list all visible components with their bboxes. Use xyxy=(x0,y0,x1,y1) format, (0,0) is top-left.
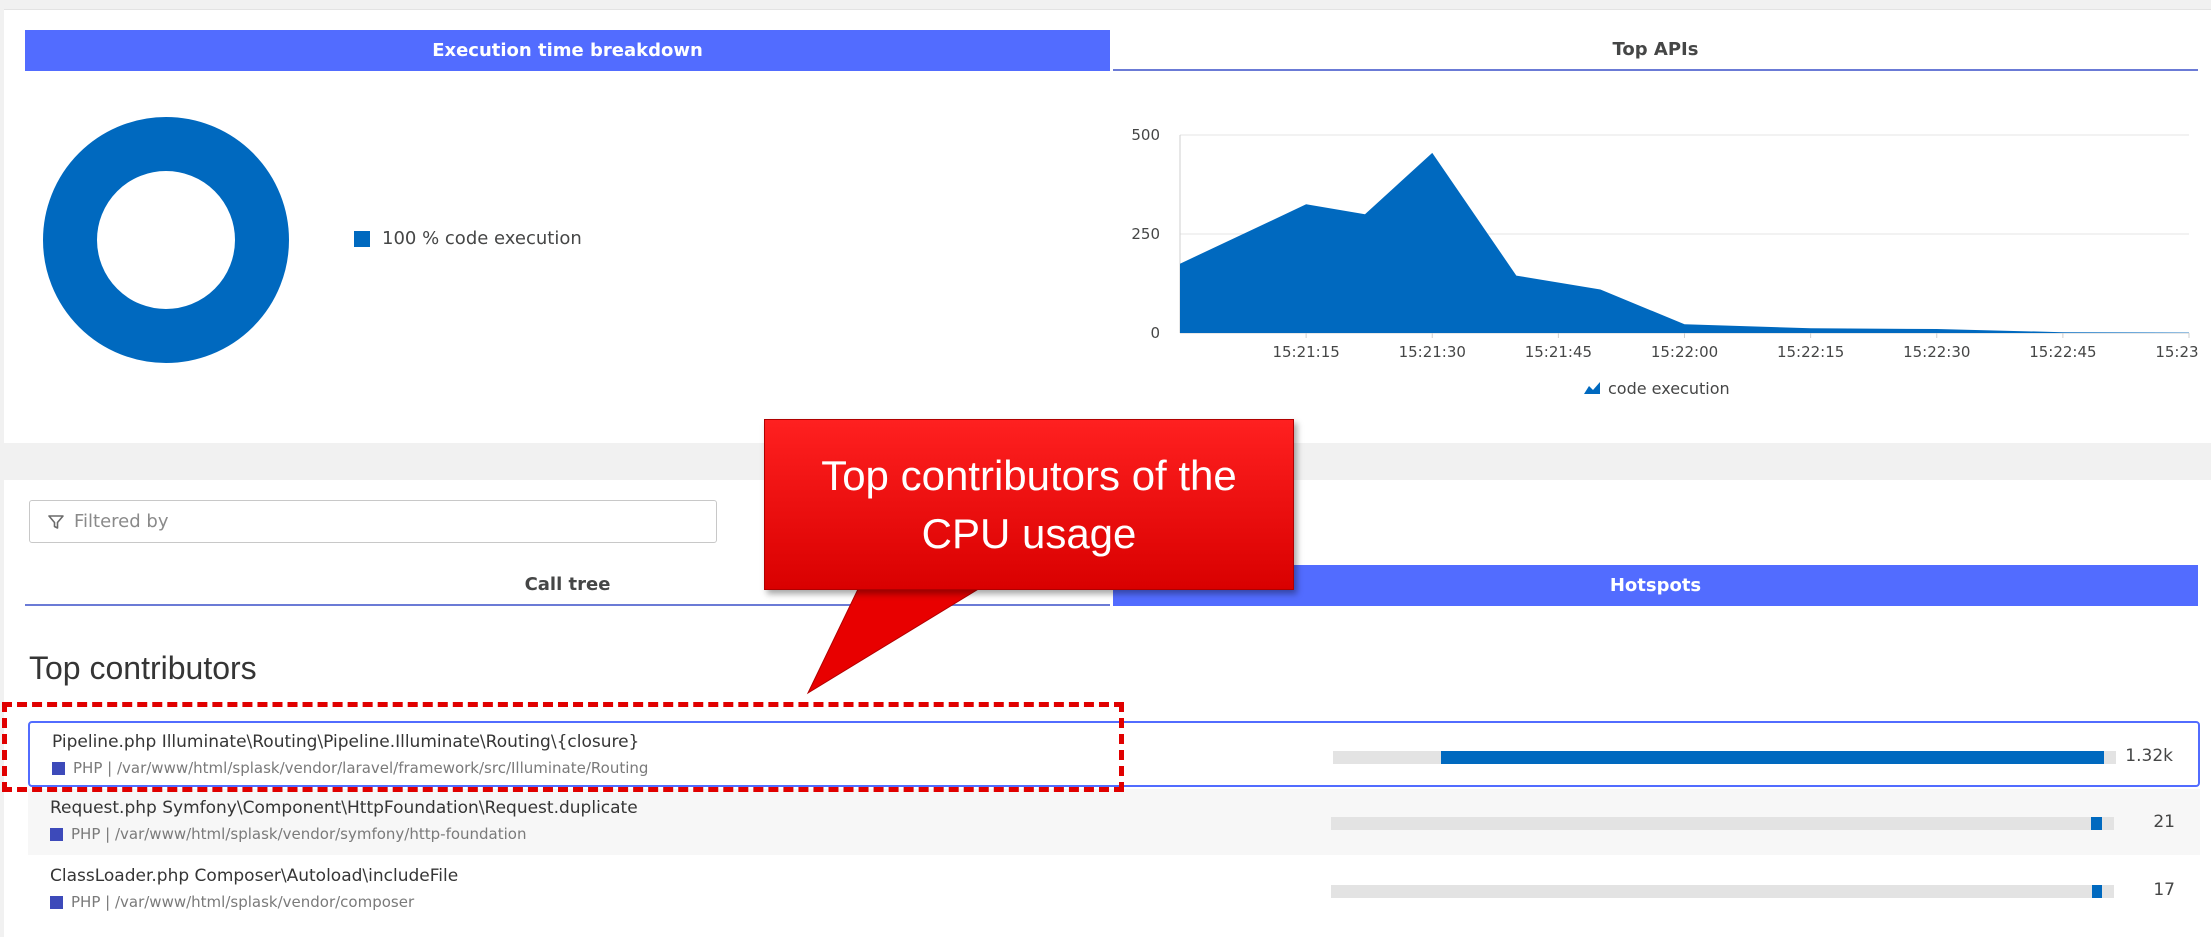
callout-annotation: Top contributors of the CPU usage xyxy=(764,419,1294,590)
callout-text: Top contributors of the CPU usage xyxy=(821,451,1237,557)
page: Execution time breakdown Top APIs 100 % … xyxy=(0,0,2211,937)
